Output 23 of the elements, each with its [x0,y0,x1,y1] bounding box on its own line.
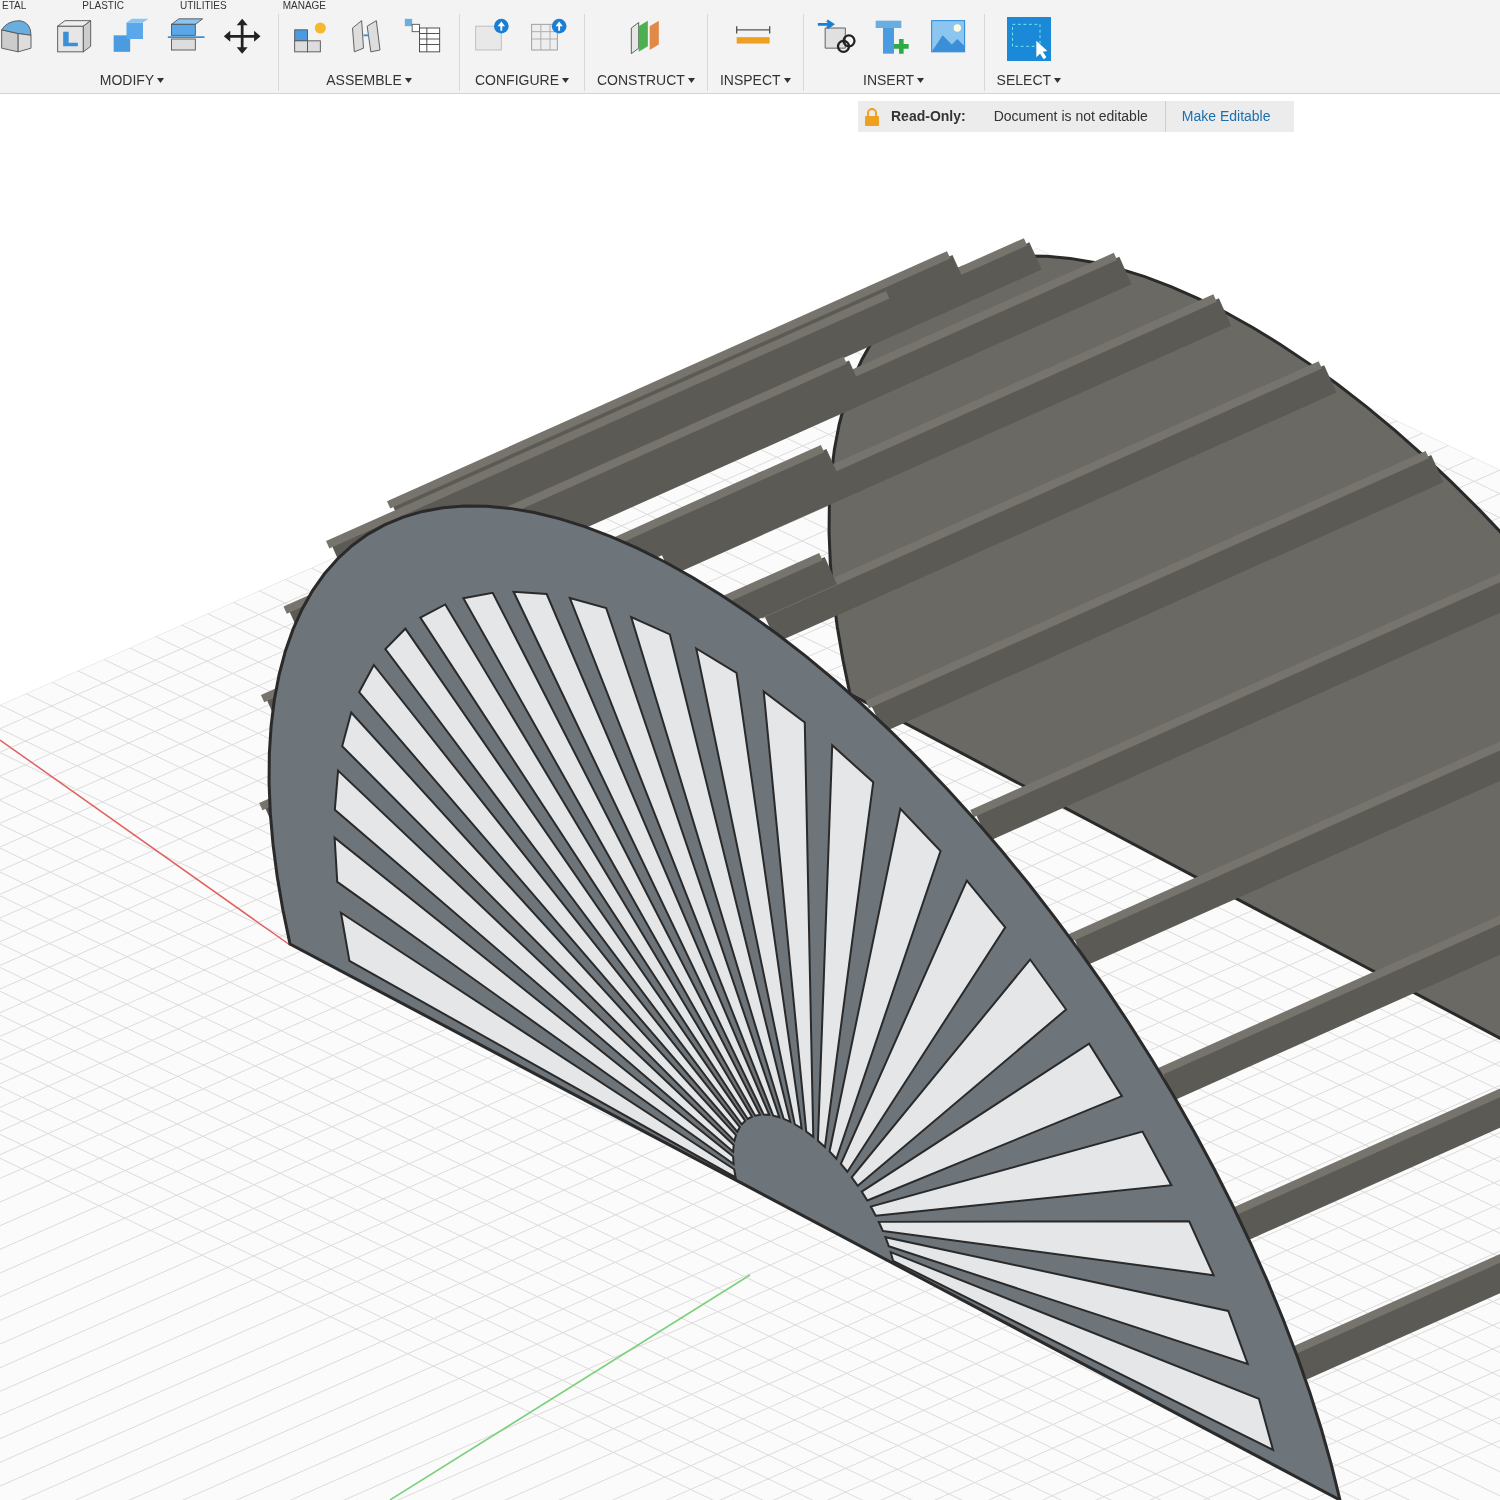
group-menu-button[interactable]: CONFIGURE [475,70,569,91]
caret-icon [562,78,569,83]
ribbon-tab[interactable]: MANAGE [282,1,326,11]
group-menu-button[interactable]: ASSEMBLE [326,70,412,91]
group-menu-button[interactable]: CONSTRUCT [597,70,695,91]
readonly-label: Read-Only: [891,107,966,126]
caret-icon [783,78,791,83]
make-editable-link[interactable]: Make Editable [1181,106,1271,127]
group-menu-button[interactable]: MODIFY [99,70,165,91]
ribbon-tab[interactable]: PLASTIC [82,1,124,11]
caret-icon [687,78,695,83]
group-menu-button[interactable]: INSPECT [719,70,791,91]
group-menu-button[interactable]: INSERT [863,70,925,91]
caret-icon [917,78,925,83]
selection-cursor-icon[interactable] [1006,17,1051,61]
ribbon-tab[interactable]: ETAL [2,1,27,11]
group-menu-button[interactable]: SELECT [996,70,1062,91]
lock-icon [864,107,880,126]
caret-icon [404,78,412,83]
readonly-message: Document is not editable [993,107,1148,126]
caret-icon [157,78,165,83]
caret-icon [1054,78,1062,83]
ribbon-tab[interactable]: UTILITIES [179,1,227,11]
